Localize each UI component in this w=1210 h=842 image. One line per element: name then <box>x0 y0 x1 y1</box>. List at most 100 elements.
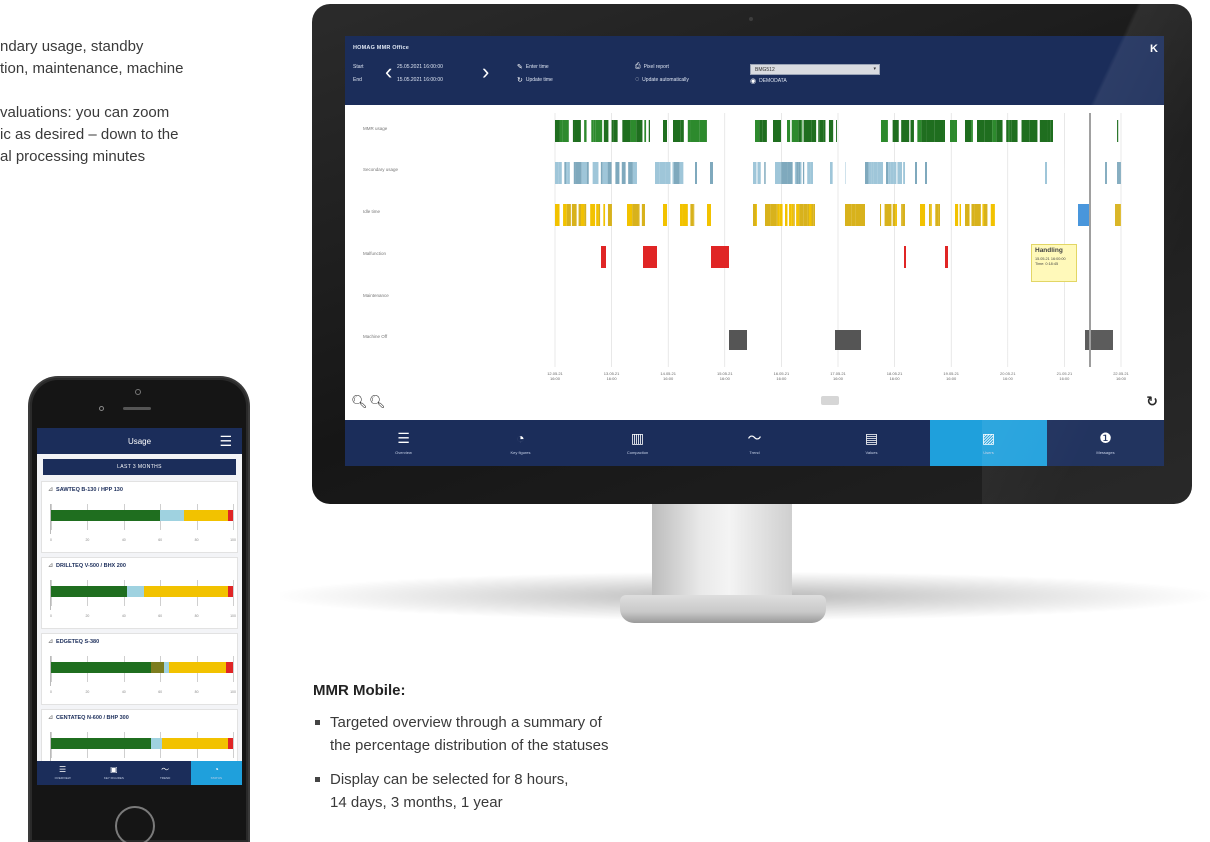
axis-tick-label: 0 <box>50 538 52 542</box>
status-segment <box>930 204 932 226</box>
zoom-out-icon[interactable]: 🔍︎ <box>369 394 386 410</box>
update-time-button[interactable]: ↻ Update time <box>517 76 553 84</box>
status-segment <box>648 120 650 142</box>
status-segment <box>992 120 997 142</box>
time-tick-label: 14.05.21 16:00 <box>660 371 676 381</box>
time-tick-label: 12.05.21 16:00 <box>547 371 563 381</box>
status-segment <box>710 162 713 184</box>
status-segment <box>1010 120 1012 142</box>
pixel-report-button[interactable]: ⎙ Pixel report <box>635 63 669 71</box>
status-segment <box>901 204 903 226</box>
usage-bar <box>51 510 233 521</box>
status-segment <box>996 120 1003 142</box>
status-segment <box>811 120 817 142</box>
mobile-nav-key-figures[interactable]: ▣ KEY FIGURES <box>88 761 139 785</box>
status-segment <box>865 162 869 184</box>
mobile-nav-status[interactable]: ◔ STATUS <box>190 761 242 785</box>
period-selector[interactable]: LAST 3 MONTHS <box>43 459 236 475</box>
machine-usage-card[interactable]: ⊿ SAWTEQ B-130 / HPP 130 0 20 40 60 80 100 <box>41 481 238 553</box>
status-segment <box>755 120 760 142</box>
nav-item-messages[interactable]: ❶ Messages <box>1047 420 1164 466</box>
time-tick-label: 18.05.21 16:00 <box>886 371 903 381</box>
status-segment <box>803 120 812 142</box>
status-segment <box>845 204 852 226</box>
machine-usage-card[interactable]: ⊿ DRILLTEQ V-500 / BHX 200 0 20 40 60 80 100 <box>41 557 238 629</box>
status-segment <box>886 162 889 184</box>
usage-segment <box>51 738 152 749</box>
status-segment <box>920 204 926 226</box>
enter-time-button[interactable]: ✎ Enter time <box>517 63 549 71</box>
machine-name: ⊿ EDGETEQ S-380 <box>48 638 99 646</box>
usage-segment <box>183 510 228 521</box>
machine-icon: ⊿ <box>48 715 54 721</box>
status-segment <box>851 204 856 226</box>
malfunction-segment <box>643 246 657 268</box>
nav-values-icon: ▤ <box>864 430 879 446</box>
update-automatically-toggle[interactable]: ◌ Update automatically <box>635 76 689 83</box>
start-date-value[interactable]: 25.05.2021 16:00:00 <box>397 64 443 70</box>
demodata-toggle[interactable]: ◉ DEMODATA <box>750 77 787 85</box>
axis-tick-label: 60 <box>158 538 163 542</box>
status-segment <box>555 204 560 226</box>
nav-item-trend[interactable]: 〜 Trend <box>696 420 813 466</box>
nav-item-label: Users <box>983 450 994 455</box>
status-segment <box>781 162 788 184</box>
nav-item-users[interactable]: ▨ Users <box>930 420 1047 466</box>
nav-item-key-figures[interactable]: ◔ Key figures <box>462 420 579 466</box>
machine-name: ⊿ DRILLTEQ V-500 / BHX 200 <box>48 562 126 570</box>
nav-item-overview[interactable]: ☰ Overview <box>345 420 462 466</box>
app-title: HOMAG MMR Office <box>353 45 410 51</box>
status-segment <box>845 162 846 184</box>
status-segment <box>572 120 575 142</box>
status-segment <box>581 162 587 184</box>
previous-period-button[interactable]: ‹ <box>385 61 392 83</box>
mobile-bottom-navigation: ☰ OVERVIEW ▣ KEY FIGURES 〜 TREND ◔ STATUS <box>37 761 242 785</box>
nav-overview-icon: ☰ <box>397 430 410 446</box>
mobile-nav-trend[interactable]: 〜 TREND <box>140 761 191 785</box>
next-period-button[interactable]: › <box>482 61 489 83</box>
status-segment <box>902 204 905 226</box>
status-segment <box>1039 120 1048 142</box>
desktop-monitor: HOMAG MMR Office K Start End ‹ 25.05.202… <box>312 4 1192 504</box>
status-segment <box>971 120 973 142</box>
status-segment <box>602 162 608 184</box>
machine-select[interactable]: BMG512 ▾ <box>750 64 880 75</box>
status-segment <box>921 120 927 142</box>
machine-usage-card[interactable]: ⊿ EDGETEQ S-380 0 20 40 60 80 100 <box>41 633 238 705</box>
time-tick-label: 15.05.21 16:00 <box>717 371 733 381</box>
status-segment <box>994 204 995 226</box>
usage-segment <box>227 510 233 521</box>
home-button[interactable] <box>115 806 155 842</box>
status-segment <box>798 120 802 142</box>
status-segment <box>598 204 601 226</box>
status-segment <box>756 204 757 226</box>
mobile-nav-overview[interactable]: ☰ OVERVIEW <box>37 761 88 785</box>
nav-item-values[interactable]: ▤ Values <box>813 420 930 466</box>
nav-item-compaction[interactable]: ▥ Compaction <box>579 420 696 466</box>
nav-item-label: Overview <box>395 450 412 455</box>
nav-item-label: Values <box>865 450 878 455</box>
status-segment <box>615 162 620 184</box>
status-segment <box>663 204 667 226</box>
hamburger-menu-icon[interactable]: ☰ <box>219 433 232 450</box>
status-segment <box>1117 162 1121 184</box>
status-segment <box>954 120 957 142</box>
enter-time-label: Enter time <box>525 64 549 70</box>
axis-tick-label: 100 <box>230 538 236 542</box>
time-tick-label: 22.05.21 16:00 <box>1113 371 1129 381</box>
status-segment <box>592 162 599 184</box>
status-segment <box>753 162 757 184</box>
timeline-scrollbar[interactable] <box>821 396 839 405</box>
intro-text: ndary usage, standby tion, maintenance, … <box>0 36 290 190</box>
status-segment <box>1045 162 1047 184</box>
status-segment <box>673 162 680 184</box>
end-date-value[interactable]: 15.05.2021 16:00:00 <box>397 77 443 83</box>
refresh-icon[interactable]: ↻ <box>1146 393 1158 410</box>
usage-segment <box>143 586 228 597</box>
status-segment <box>977 120 985 142</box>
status-segment <box>607 162 612 184</box>
zoom-in-icon[interactable]: 🔍︎ <box>351 394 368 410</box>
status-segment <box>925 162 927 184</box>
status-segment <box>621 162 626 184</box>
status-segment <box>965 120 972 142</box>
